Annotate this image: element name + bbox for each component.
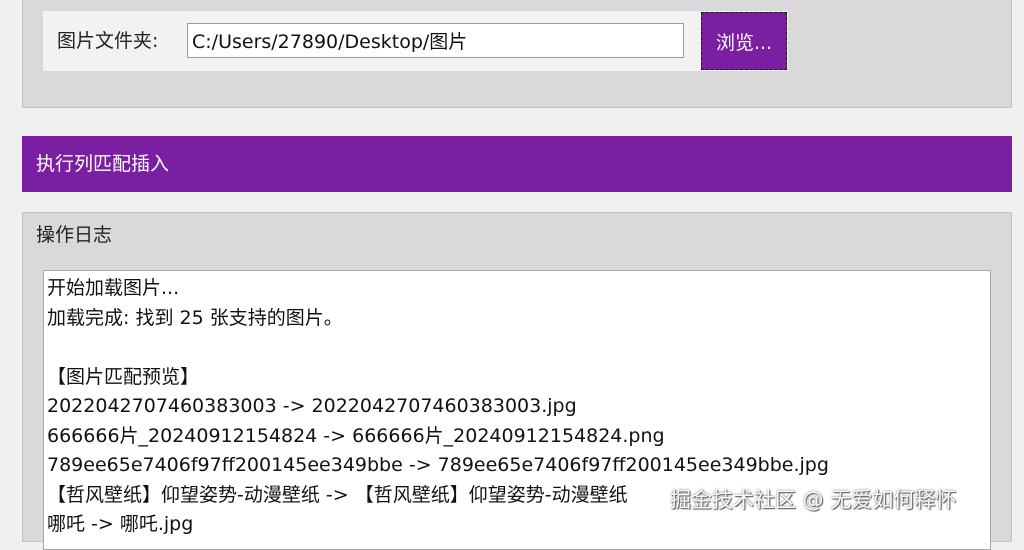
log-line: 789ee65e7406f97ff200145ee349bbe -> 789ee… (47, 454, 829, 476)
browse-button[interactable]: 浏览... (701, 12, 787, 70)
log-line: 【图片匹配预览】 (47, 365, 200, 388)
log-line: 哪吒 -> 哪吒.jpg (47, 513, 194, 535)
execute-insert-button[interactable]: 执行列匹配插入 (22, 136, 1012, 192)
log-title: 操作日志 (36, 224, 113, 246)
folder-path-input[interactable] (187, 23, 684, 58)
watermark-text: 掘金技术社区 @ 无爱如何释怀 (670, 488, 957, 512)
folder-panel: 图片文件夹: 浏览... (22, 0, 1012, 108)
log-line: 2022042707460383003 -> 20220427074603830… (47, 395, 577, 417)
folder-row: 图片文件夹: 浏览... (43, 11, 788, 71)
log-line: 666666片_20240912154824 -> 666666片_202409… (47, 424, 665, 447)
log-line: 开始加载图片... (47, 277, 180, 299)
log-line: 加载完成: 找到 25 张支持的图片。 (47, 306, 343, 329)
folder-label: 图片文件夹: (57, 30, 159, 52)
